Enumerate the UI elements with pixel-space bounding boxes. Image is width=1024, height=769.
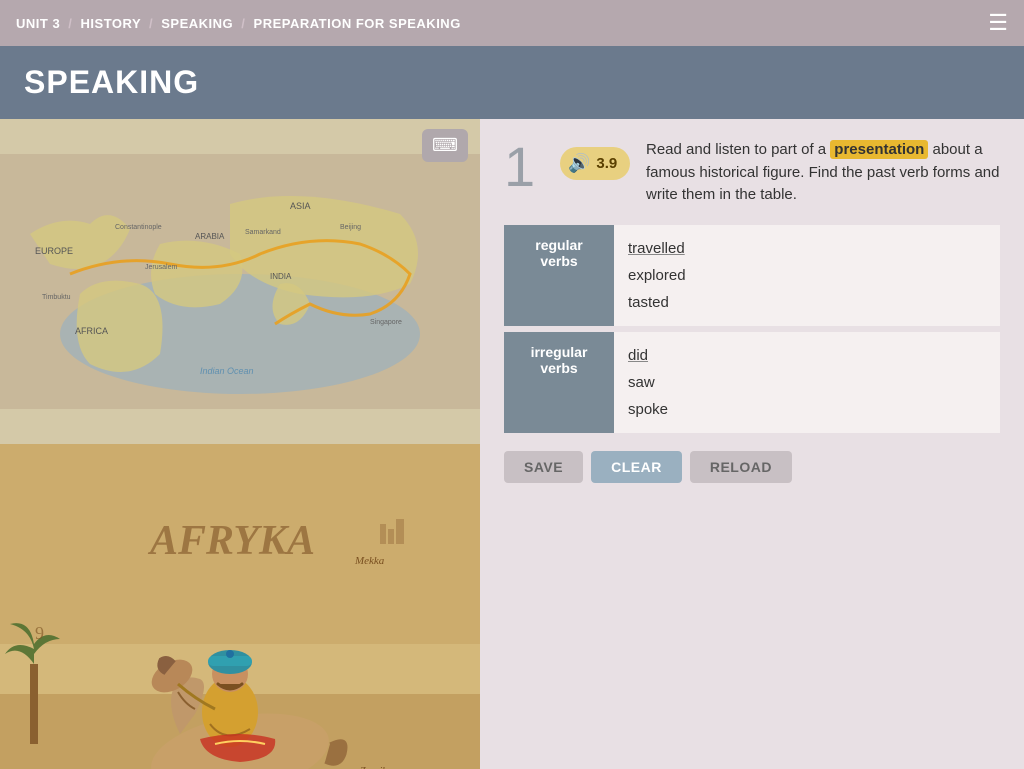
keyboard-icon[interactable]: ⌨	[422, 129, 468, 162]
main-content: ⌨ EUROPE AFRI	[0, 119, 1024, 769]
page-title: SPEAKING	[24, 64, 1000, 101]
audio-track-number: 3.9	[596, 155, 617, 172]
verbs-table: regularverbs travelled explored tasted i…	[504, 225, 1000, 433]
regular-verbs-row: regularverbs travelled explored tasted	[504, 225, 1000, 326]
left-panel: ⌨ EUROPE AFRI	[0, 119, 480, 769]
audio-button[interactable]: 🔊 3.9	[560, 147, 630, 180]
svg-text:Indian Ocean: Indian Ocean	[200, 366, 254, 376]
regular-word-1: travelled	[628, 240, 685, 257]
irregular-verbs-label: irregularverbs	[504, 332, 614, 433]
regular-verbs-label: regularverbs	[504, 225, 614, 326]
instruction-part1: Read and listen to part of a	[646, 141, 826, 158]
regular-word-2: explored	[628, 267, 686, 284]
speaker-icon: 🔊	[568, 153, 590, 174]
prep-label: PREPARATION FOR SPEAKING	[254, 16, 461, 31]
svg-text:ARABIA: ARABIA	[195, 232, 225, 241]
regular-verbs-content[interactable]: travelled explored tasted	[614, 225, 1000, 326]
svg-text:Singapore: Singapore	[370, 319, 402, 326]
map-image: EUROPE AFRICA ASIA ARABIA INDIA Timbuktu…	[0, 119, 480, 444]
irregular-verbs-row: irregularverbs did saw spoke	[504, 332, 1000, 433]
svg-text:Samarkand: Samarkand	[245, 229, 281, 236]
titlebar: SPEAKING	[0, 46, 1024, 119]
svg-text:Mekka: Mekka	[354, 555, 385, 567]
svg-text:EUROPE: EUROPE	[35, 246, 73, 256]
irregular-word-3: spoke	[628, 401, 668, 418]
regular-word-3: tasted	[628, 294, 669, 311]
unit-label: UNIT 3	[16, 16, 60, 31]
svg-text:Beijing: Beijing	[340, 224, 361, 231]
irregular-verbs-content[interactable]: did saw spoke	[614, 332, 1000, 433]
right-panel: 1 🔊 3.9 Read and listen to part of a pre…	[480, 119, 1024, 769]
save-button[interactable]: SAVE	[504, 451, 583, 483]
historical-figure-image: AFRYKA	[0, 444, 480, 769]
svg-text:Jerusalem: Jerusalem	[145, 264, 177, 271]
menu-icon[interactable]: ☰	[988, 10, 1008, 36]
action-buttons: SAVE CLEAR RELOAD	[504, 451, 1000, 483]
svg-text:9: 9	[35, 623, 44, 643]
highlight-word: presentation	[830, 140, 928, 159]
reload-button[interactable]: RELOAD	[690, 451, 792, 483]
exercise-instruction: Read and listen to part of a presentatio…	[646, 139, 1000, 207]
irregular-word-2: saw	[628, 374, 655, 391]
sep2: /	[149, 16, 153, 31]
topbar: UNIT 3 / HISTORY / SPEAKING / PREPARATIO…	[0, 0, 1024, 46]
irregular-word-1: did	[628, 347, 648, 364]
svg-text:Timbuktu: Timbuktu	[42, 294, 71, 301]
svg-text:Constantinople: Constantinople	[115, 224, 162, 231]
breadcrumb: UNIT 3 / HISTORY / SPEAKING / PREPARATIO…	[16, 16, 461, 31]
speaking-label: SPEAKING	[161, 16, 233, 31]
svg-text:INDIA: INDIA	[270, 272, 292, 281]
svg-text:AFRICA: AFRICA	[75, 326, 108, 336]
history-label: HISTORY	[81, 16, 141, 31]
sep3: /	[241, 16, 245, 31]
sep1: /	[68, 16, 72, 31]
exercise-header: 1 🔊 3.9 Read and listen to part of a pre…	[504, 139, 1000, 207]
svg-text:ASIA: ASIA	[290, 201, 311, 211]
clear-button[interactable]: CLEAR	[591, 451, 682, 483]
exercise-number: 1	[504, 139, 544, 195]
svg-text:AFRYKA: AFRYKA	[147, 518, 315, 564]
